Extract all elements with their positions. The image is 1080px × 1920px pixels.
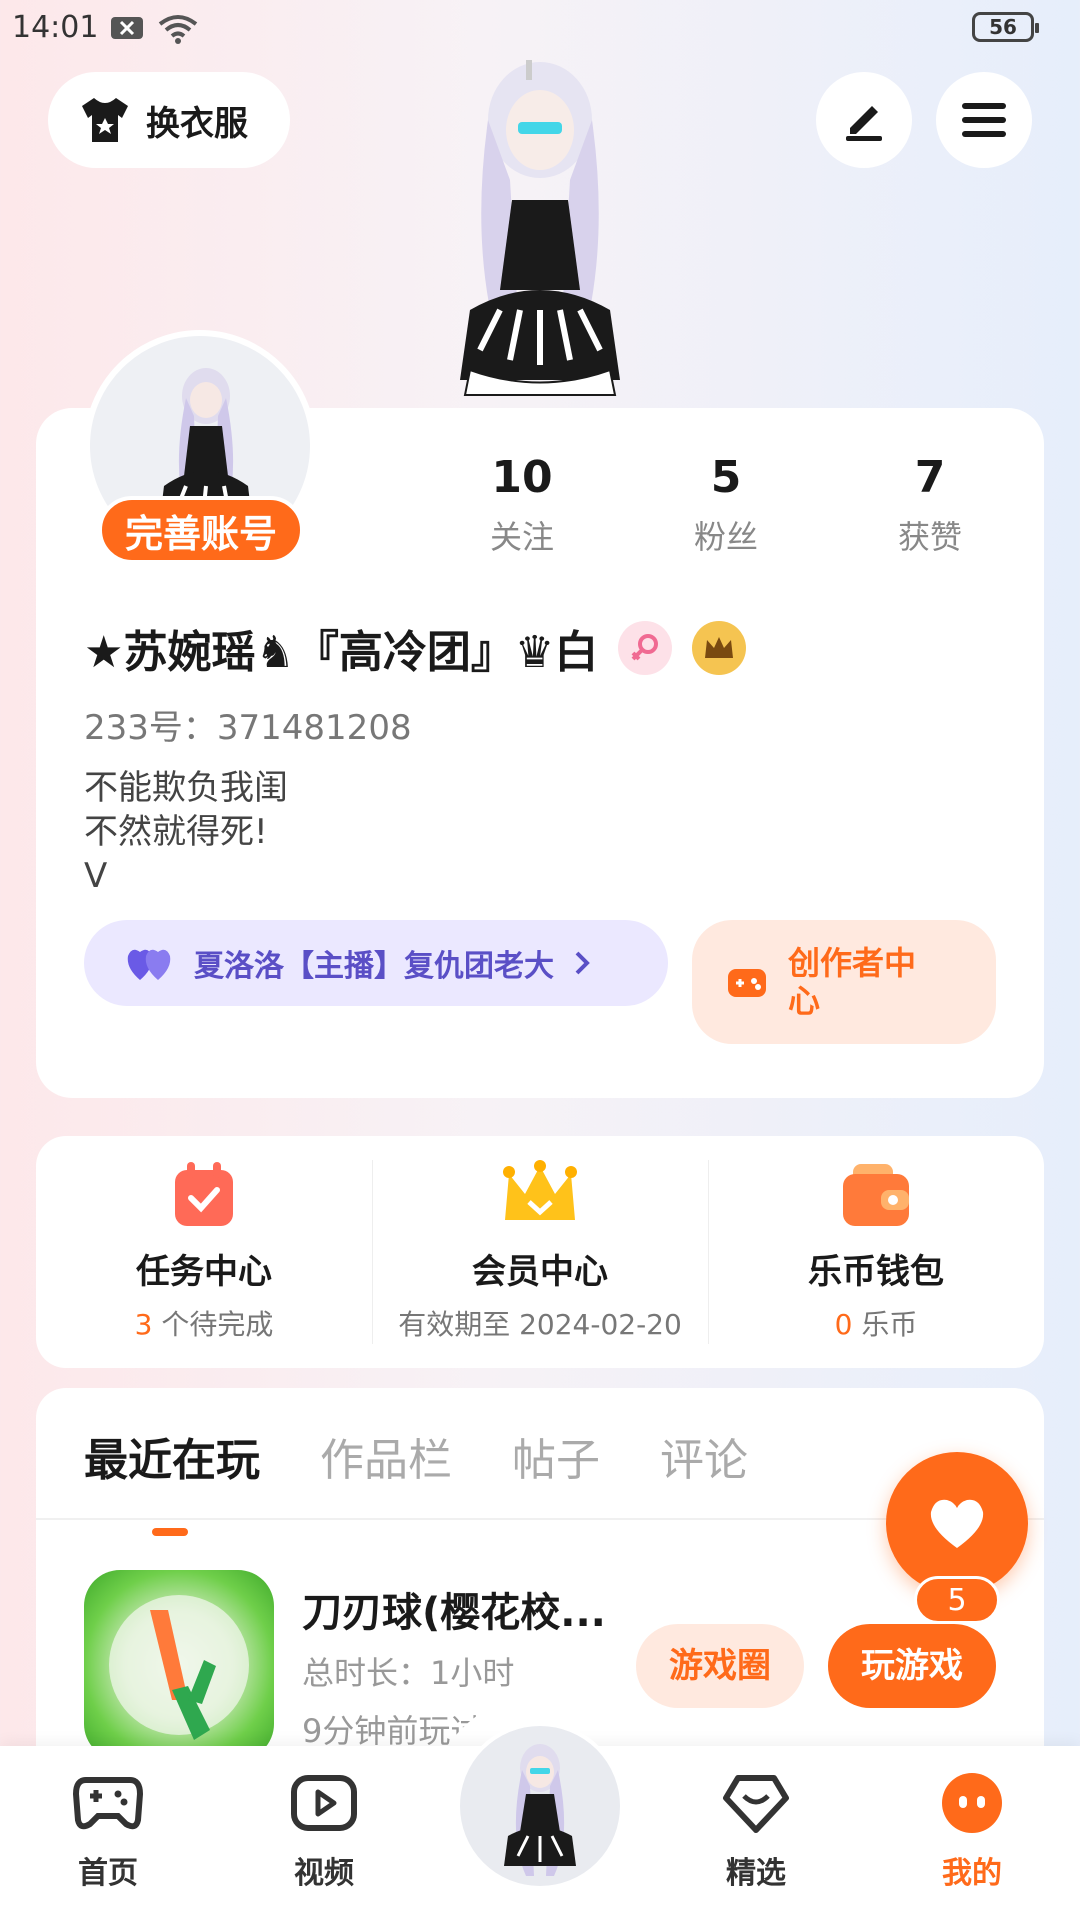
play-game-button[interactable]: 玩游戏: [828, 1624, 996, 1708]
task-center-entry[interactable]: 任务中心 3 个待完成: [36, 1136, 372, 1368]
battery-indicator: 56: [972, 12, 1039, 42]
stat-following-count: 10: [491, 452, 553, 503]
crown-gold-icon: [503, 1160, 577, 1220]
stat-followers-count: 5: [710, 452, 742, 503]
tab-posts[interactable]: 帖子: [512, 1424, 600, 1488]
stat-likes[interactable]: 7 获赞: [850, 448, 1010, 558]
creator-gamepad-icon: [728, 969, 766, 997]
blade-ball-game-image: [109, 1595, 249, 1740]
wallet-title: 乐币钱包: [808, 1252, 944, 1292]
group-link-label: 夏洛洛【主播】复仇团老大: [194, 949, 554, 984]
nav-video-label: 视频: [294, 1856, 354, 1891]
member-center-entry[interactable]: 会员中心 有效期至 2024-02-20: [372, 1136, 708, 1368]
heart-icon: [930, 1499, 984, 1548]
game-name: 刀刃球(樱花校...: [302, 1590, 606, 1636]
hamburger-menu-icon: [962, 103, 1006, 137]
tshirt-icon: [82, 98, 128, 142]
task-center-title: 任务中心: [136, 1252, 272, 1292]
stat-likes-label: 获赞: [897, 518, 962, 556]
nav-video[interactable]: 视频: [264, 1772, 384, 1892]
notification-icon: [111, 17, 143, 39]
wallet-entry[interactable]: 乐币钱包 0 乐币: [708, 1136, 1044, 1368]
tab-works[interactable]: 作品栏: [320, 1424, 452, 1488]
calendar-check-icon: [175, 1162, 233, 1226]
chevron-right-icon: [575, 951, 590, 975]
nav-featured[interactable]: 精选: [696, 1772, 816, 1892]
edit-button[interactable]: [816, 72, 912, 168]
floating-like-button[interactable]: [886, 1452, 1028, 1594]
wifi-icon: [158, 15, 198, 44]
nav-featured-label: 精选: [726, 1856, 786, 1891]
member-expiry: 有效期至 2024-02-20: [398, 1308, 682, 1341]
like-count-badge: 5: [914, 1576, 1000, 1624]
profile-tabs: 最近在玩 作品栏 帖子 评论: [84, 1424, 748, 1536]
double-heart-icon: [127, 949, 171, 980]
menu-button[interactable]: [936, 72, 1032, 168]
nav-home-label: 首页: [78, 1856, 138, 1891]
creator-center-label: 创作者中心: [788, 944, 917, 1020]
quick-entry-card: 任务中心 3 个待完成 会员中心 有效期至 2024-02-20 乐币钱包 0 …: [36, 1136, 1044, 1368]
game-duration: 总时长：1小时: [302, 1654, 515, 1692]
coin-unit: 乐币: [852, 1308, 918, 1341]
stat-followers[interactable]: 5 粉丝: [646, 448, 806, 558]
group-link-button[interactable]: 夏洛洛【主播】复仇团老大: [84, 920, 668, 1006]
username-row: ★苏婉瑶♞『高冷团』♛白: [84, 616, 747, 680]
profile-face-icon: [942, 1773, 1002, 1833]
female-icon: [618, 621, 673, 675]
creator-center-button[interactable]: 创作者中心: [692, 920, 996, 1044]
user-id: 233号：371481208: [84, 708, 412, 748]
task-pending-count: 3: [134, 1308, 153, 1341]
user-bio: 不能欺负我闺 不然就得死! V: [84, 768, 288, 896]
change-outfit-button[interactable]: 换衣服: [48, 72, 290, 168]
pen-icon: [846, 106, 882, 141]
avatar-character-image[interactable]: [430, 50, 650, 410]
wallet-sub: 0 乐币: [835, 1303, 918, 1343]
wallet-icon: [843, 1164, 909, 1226]
status-icons: [110, 14, 198, 44]
stat-likes-count: 7: [914, 452, 946, 503]
task-center-sub: 3 个待完成: [135, 1303, 274, 1343]
stat-following-label: 关注: [489, 518, 554, 556]
nav-home[interactable]: 首页: [48, 1772, 168, 1892]
featured-heart-icon: [723, 1775, 789, 1833]
status-bar: 14:01 56: [0, 0, 1080, 56]
avatar-character-thumbnail: [504, 1744, 576, 1876]
stat-following[interactable]: 10 关注: [442, 448, 602, 558]
nav-avatar-button[interactable]: [456, 1722, 624, 1890]
task-pending-text: 个待完成: [152, 1308, 274, 1341]
stat-followers-label: 粉丝: [693, 518, 758, 556]
video-play-icon: [291, 1775, 357, 1831]
gamepad-icon: [72, 1777, 144, 1830]
nav-mine-label: 我的: [942, 1856, 1002, 1891]
crown-icon[interactable]: [692, 621, 747, 675]
status-time: 14:01: [12, 10, 99, 45]
username: ★苏婉瑶♞『高冷团』♛白: [84, 627, 599, 678]
change-outfit-label: 换衣服: [146, 103, 248, 144]
tab-recently-played[interactable]: 最近在玩: [84, 1424, 260, 1536]
complete-account-button[interactable]: 完善账号: [98, 496, 304, 564]
nav-mine[interactable]: 我的: [912, 1772, 1032, 1892]
member-center-title: 会员中心: [472, 1252, 608, 1292]
tab-comments[interactable]: 评论: [660, 1424, 748, 1488]
coin-balance: 0: [834, 1308, 853, 1341]
game-circle-button[interactable]: 游戏圈: [636, 1624, 804, 1708]
game-icon[interactable]: [84, 1570, 274, 1760]
